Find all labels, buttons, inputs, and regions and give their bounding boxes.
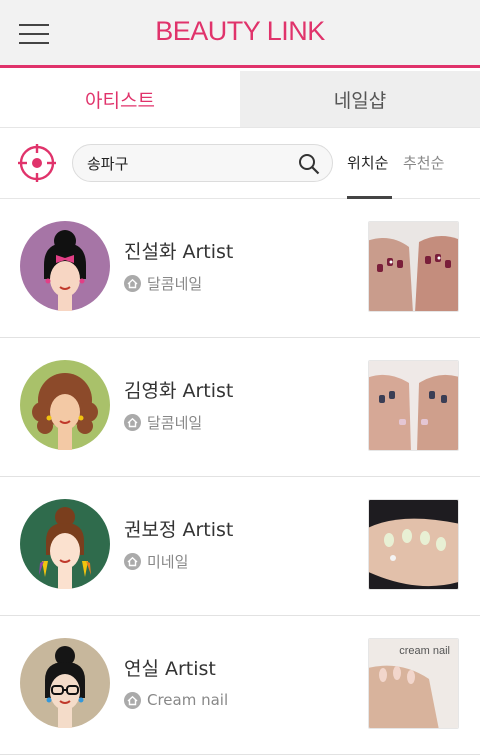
avatar [20,638,110,728]
shop-name: 달콤네일 [147,274,203,293]
tab-bar: 아티스트 네일샵 [0,71,480,127]
artist-list-item[interactable]: 김영화 Artist 달콤네일 [0,338,480,477]
artist-name: 권보정 Artist [124,519,234,541]
artist-list-item[interactable]: 진설화 Artist 달콤네일 [0,199,480,338]
tab-nailshop[interactable]: 네일샵 [240,71,480,127]
shop-info: 미네일 [124,551,188,571]
home-icon [124,691,141,709]
artist-list: 진설화 Artist 달콤네일 김영화 Artist 달콤네일 권보정 Arti… [0,199,480,755]
avatar [20,221,110,311]
thumb-shop-logo-text: cream nail [399,645,450,657]
shop-info: Cream nail [124,690,228,710]
nail-photo-thumbnail[interactable] [368,499,459,590]
sort-by-location[interactable]: 위치순 [347,152,388,173]
shop-name: 미네일 [147,552,189,571]
nail-photo-thumbnail[interactable]: cream nail [368,638,459,729]
artist-list-item[interactable]: 권보정 Artist 미네일 [0,477,480,616]
home-icon [124,413,141,431]
nail-photo-thumbnail[interactable] [368,221,459,312]
search-row: 위치순 추천순 [0,127,480,199]
artist-name: 진설화 Artist [124,241,234,263]
tab-artist[interactable]: 아티스트 [0,71,240,127]
location-target-icon[interactable] [18,144,56,182]
home-icon [124,274,141,292]
sort-by-recommendation[interactable]: 추천순 [403,152,444,173]
shop-info: 달콤네일 [124,273,202,293]
artist-name: 김영화 Artist [124,380,234,402]
shop-name: Cream nail [147,691,229,709]
home-icon [124,552,141,570]
app-brand-title: BEAUTY LINK [155,16,325,46]
search-input[interactable] [87,151,287,175]
nail-photo-thumbnail[interactable] [368,360,459,451]
avatar [20,360,110,450]
app-header: BEAUTY LINK [0,0,480,68]
search-box [72,144,333,182]
avatar [20,499,110,589]
shop-name: 달콤네일 [147,413,203,432]
artist-list-item[interactable]: 연실 Artist Cream nail cream nail [0,616,480,755]
artist-name: 연실 Artist [124,658,216,680]
search-icon[interactable] [298,153,320,175]
shop-info: 달콤네일 [124,412,202,432]
